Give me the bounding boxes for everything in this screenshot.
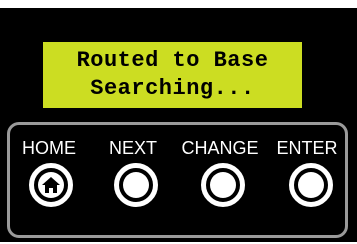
next-button[interactable] (114, 163, 158, 207)
lcd-line-2: Searching... (90, 76, 255, 101)
circle-icon (298, 172, 324, 198)
home-key-label: HOME (22, 138, 76, 158)
lcd-line-1: Routed to Base (76, 48, 269, 73)
device-panel: Routed to Base Searching... HOME NEXT CH… (0, 8, 357, 242)
next-key: NEXT (93, 125, 173, 235)
next-key-label: NEXT (108, 138, 157, 158)
circle-icon (210, 172, 236, 198)
keypad: HOME NEXT CHANGE ENTER (7, 122, 348, 238)
home-icon (38, 172, 64, 198)
change-key: CHANGE (180, 125, 260, 235)
change-key-label: CHANGE (181, 138, 259, 158)
circle-icon (123, 172, 149, 198)
home-button[interactable] (29, 163, 73, 207)
enter-key-label: ENTER (276, 138, 338, 158)
change-button[interactable] (201, 163, 245, 207)
enter-button[interactable] (289, 163, 333, 207)
home-key: HOME (9, 125, 89, 235)
enter-key: ENTER (267, 125, 347, 235)
lcd-display: Routed to Base Searching... (43, 42, 302, 108)
